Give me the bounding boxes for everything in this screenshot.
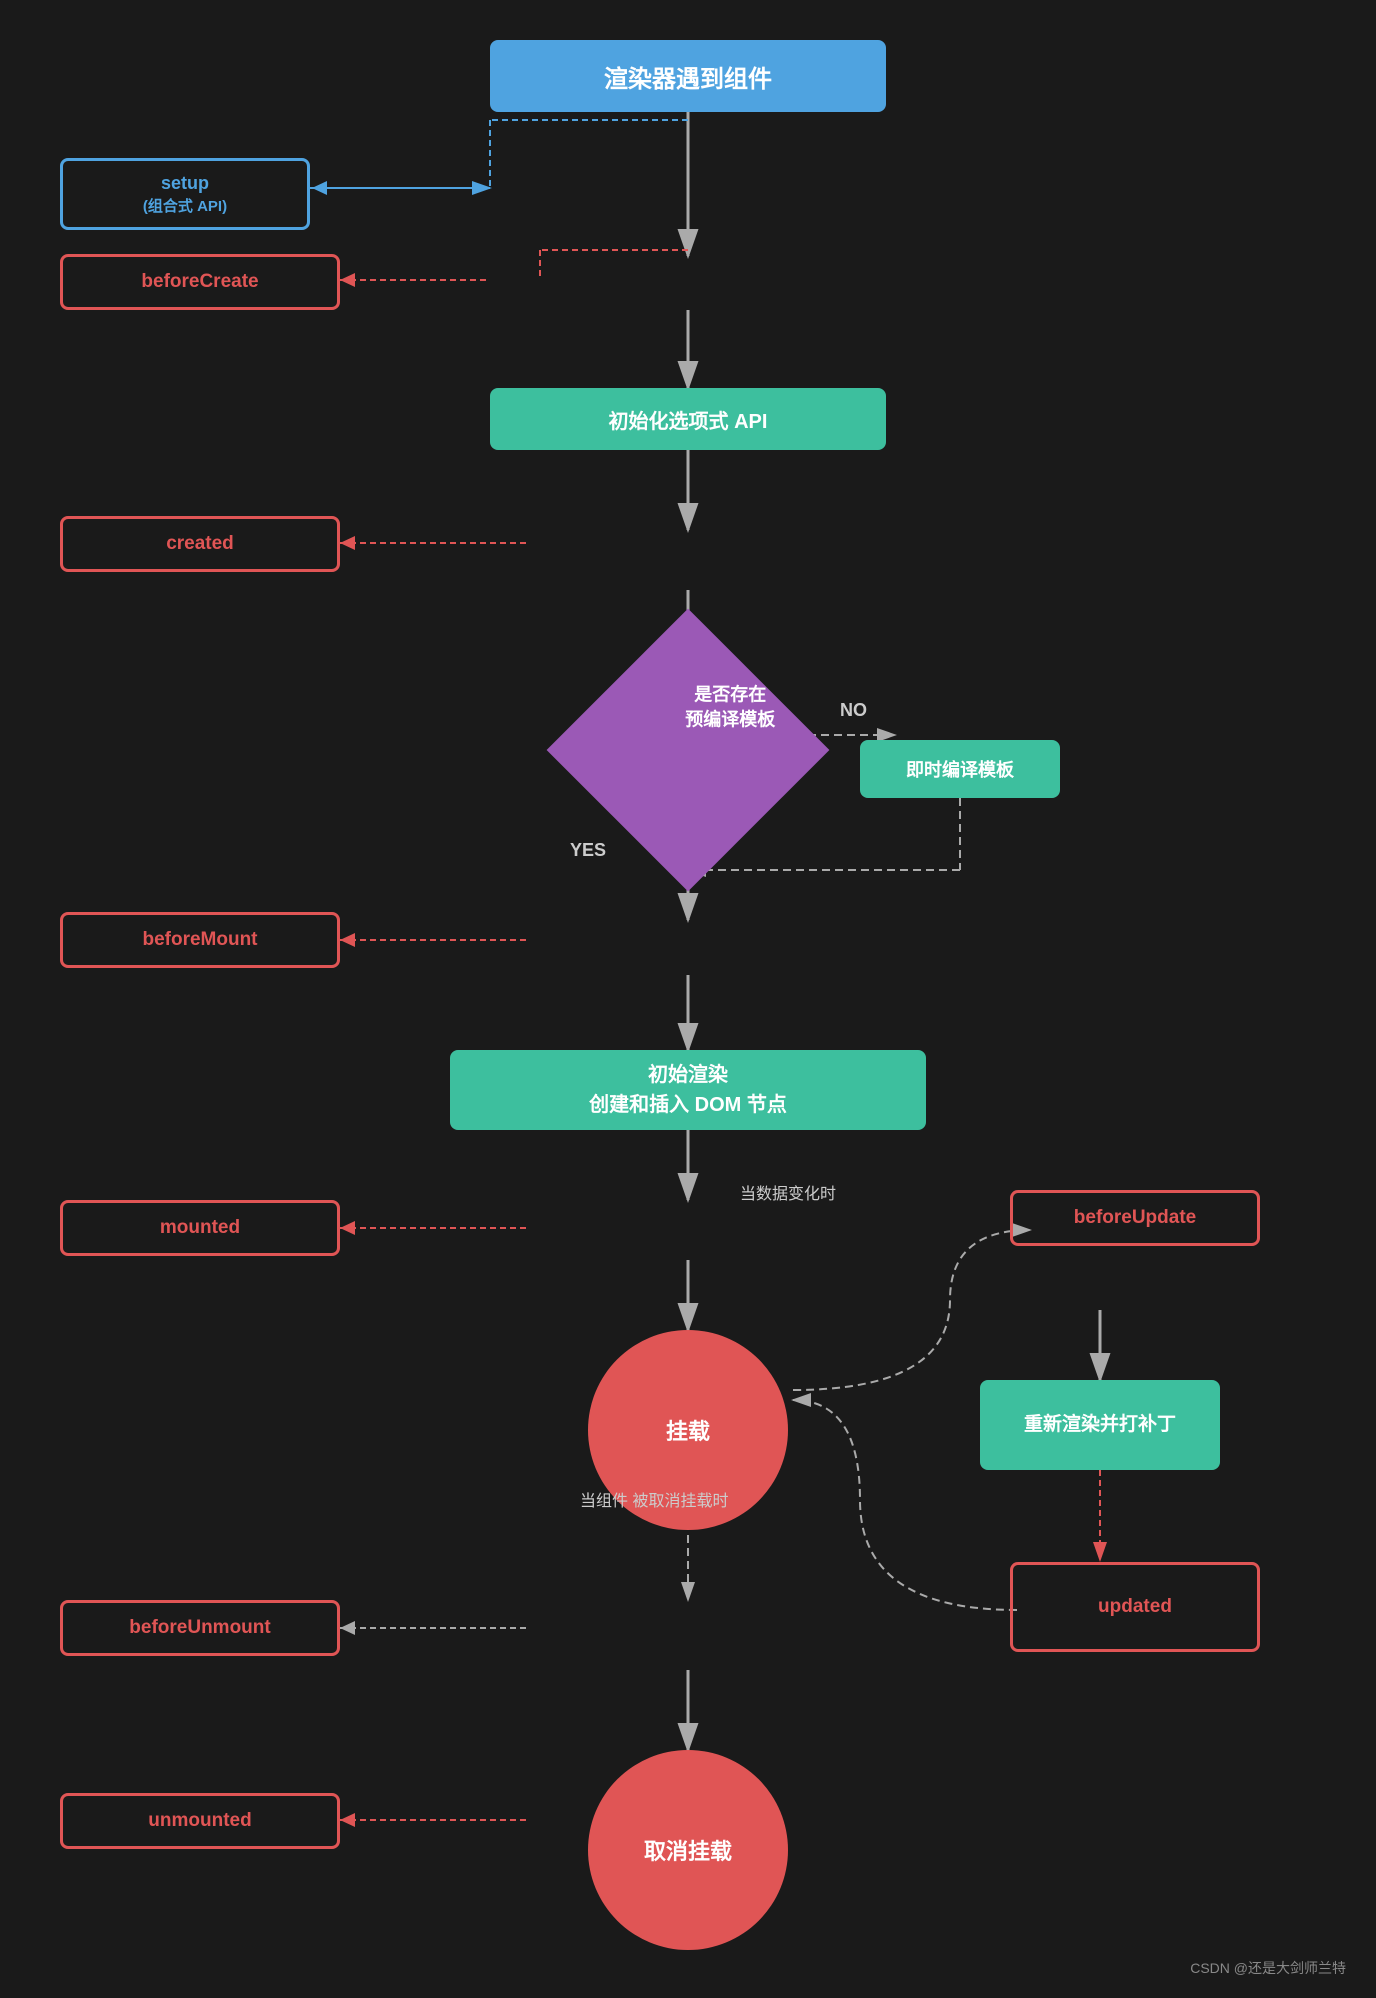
yes-label: YES [570,840,606,861]
no-label: NO [840,700,867,721]
data-change-label: 当数据变化时 [740,1180,836,1204]
setup-sublabel: (组合式 API) [143,196,227,217]
unmount-circle: 取消挂载 [588,1750,788,1950]
initial-render-sub: 创建和插入 DOM 节点 [589,1090,787,1120]
re-render-box: 重新渲染并打补丁 [980,1380,1220,1470]
setup-label: setup [161,171,209,196]
before-create-box: beforeCreate [60,254,340,310]
unmounted-box: unmounted [60,1793,340,1849]
setup-box: setup (组合式 API) [60,158,310,230]
before-mount-box: beforeMount [60,912,340,968]
renderer-encounter-box: 渲染器遇到组件 [490,40,886,112]
initial-render-label: 初始渲染 [648,1060,728,1090]
watermark: CSDN @还是大剑师兰特 [1190,1958,1346,1978]
created-box: created [60,516,340,572]
before-update-box: beforeUpdate [1010,1190,1260,1246]
updated-box: updated [1010,1562,1260,1652]
initial-render-box: 初始渲染 创建和插入 DOM 节点 [450,1050,926,1130]
diagram-container: 渲染器遇到组件 setup (组合式 API) beforeCreate 初始化… [0,0,1376,1998]
init-options-box: 初始化选项式 API [490,388,886,450]
before-unmount-box: beforeUnmount [60,1600,340,1656]
compile-template-box: 即时编译模板 [860,740,1060,798]
mounted-box: mounted [60,1200,340,1256]
has-template-label: 是否存在预编译模板 [630,668,830,748]
component-unmount-label: 当组件 被取消挂载时 [580,1490,728,1514]
